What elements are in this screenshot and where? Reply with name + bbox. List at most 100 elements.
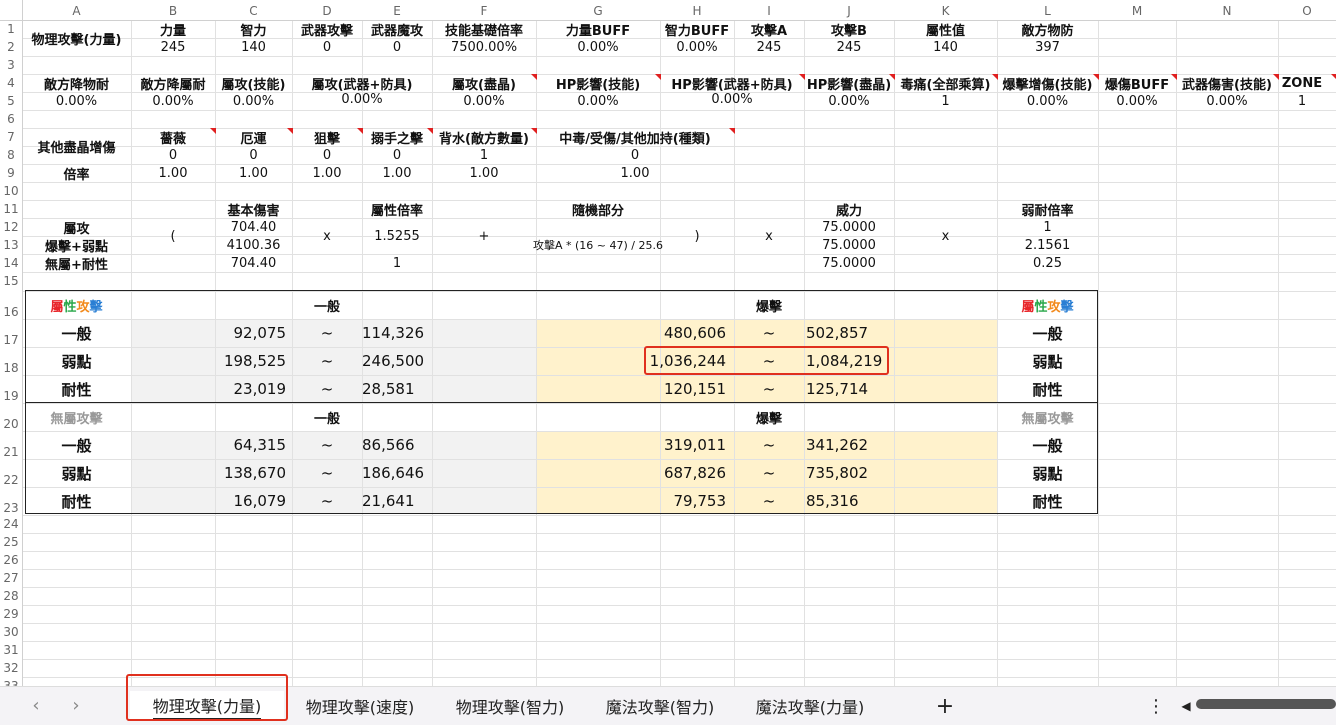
cell-d2[interactable]: 0 (292, 38, 362, 56)
comment-indicator-icon[interactable] (287, 128, 293, 134)
attr-row-label-right[interactable]: 耐性 (997, 375, 1098, 403)
cell-a5[interactable]: 0.00% (22, 92, 131, 110)
attr-normal-min[interactable]: 198,525 (131, 347, 286, 375)
comment-indicator-icon[interactable] (729, 128, 735, 134)
cell-g4[interactable]: HP影響(技能) (536, 74, 660, 93)
cell-a1[interactable]: 物理攻擊(力量) (22, 20, 131, 56)
tab-magic-str[interactable]: 魔法攻擊(力量) (740, 691, 880, 721)
attr-normal-max[interactable]: 28,581 (362, 375, 462, 403)
cell-j12[interactable]: 75.0000 (804, 218, 894, 236)
comment-indicator-icon[interactable] (889, 74, 895, 80)
none-crit-tilde[interactable]: ~ (734, 487, 804, 515)
comment-indicator-icon[interactable] (1171, 74, 1177, 80)
cell-j1[interactable]: 攻擊B (804, 20, 894, 39)
row-header-19[interactable]: 19 (0, 375, 22, 403)
attr-row-label[interactable]: 一般 (22, 319, 131, 347)
none-normal-tilde[interactable]: ~ (292, 487, 362, 515)
cell-a12[interactable]: 屬攻 (22, 218, 131, 237)
add-sheet-icon[interactable]: + (930, 691, 960, 721)
cell-f4[interactable]: 屬攻(盡晶) (432, 74, 536, 93)
cell-j2[interactable]: 245 (804, 38, 894, 56)
row-header-20[interactable]: 20 (0, 403, 22, 431)
none-crit-tilde[interactable]: ~ (734, 431, 804, 459)
row-header-7[interactable]: 7 (0, 128, 22, 146)
row-header-27[interactable]: 27 (0, 569, 22, 587)
attr-row-label-right[interactable]: 弱點 (997, 347, 1098, 375)
cell-i1[interactable]: 攻擊A (734, 20, 804, 39)
row-header-33[interactable]: 33 (0, 677, 22, 686)
cell-k5[interactable]: 1 (894, 92, 997, 110)
cell-j11[interactable]: 威力 (804, 200, 894, 219)
cell-g11[interactable]: 隨機部分 (536, 200, 660, 219)
cell-g1[interactable]: 力量BUFF (536, 20, 660, 39)
row-header-2[interactable]: 2 (0, 38, 22, 56)
attr-crit-header[interactable]: 爆擊 (734, 291, 804, 319)
cell-hi5[interactable]: 0.00% (660, 90, 804, 108)
attr-crit-min[interactable]: 120,151 (560, 375, 726, 403)
attr-row-label-right[interactable]: 一般 (997, 319, 1098, 347)
cell-c9[interactable]: 1.00 (215, 164, 292, 182)
comment-indicator-icon[interactable] (531, 128, 537, 134)
attr-row-label[interactable]: 耐性 (22, 375, 131, 403)
attr-normal-tilde[interactable]: ~ (292, 319, 362, 347)
attr-row-label[interactable]: 弱點 (22, 347, 131, 375)
cell-e2[interactable]: 0 (362, 38, 432, 56)
attr-normal-tilde[interactable]: ~ (292, 375, 362, 403)
none-normal-max[interactable]: 86,566 (362, 431, 462, 459)
tab-next-icon[interactable]: › (66, 695, 86, 716)
none-normal-max[interactable]: 186,646 (362, 459, 462, 487)
cell-j14[interactable]: 75.0000 (804, 254, 894, 272)
cell-o5[interactable]: 1 (1278, 92, 1326, 110)
cell-k4[interactable]: 毒痛(全部乘算) (894, 74, 997, 93)
row-header-31[interactable]: 31 (0, 641, 22, 659)
none-crit-header[interactable]: 爆擊 (734, 403, 804, 431)
cell-e12[interactable]: 1.5255 (362, 218, 432, 254)
column-header-e[interactable]: E (362, 4, 432, 18)
row-header-25[interactable]: 25 (0, 533, 22, 551)
none-crit-max[interactable]: 85,316 (806, 487, 906, 515)
cell-times-3[interactable]: x (894, 218, 997, 254)
cell-i2[interactable]: 245 (734, 38, 804, 56)
row-header-28[interactable]: 28 (0, 587, 22, 605)
cell-plus[interactable]: + (432, 218, 536, 254)
cell-d1[interactable]: 武器攻擊 (292, 20, 362, 39)
cell-a9[interactable]: 倍率 (22, 164, 131, 183)
cell-j5[interactable]: 0.00% (804, 92, 894, 110)
attr-crit-max[interactable]: 502,857 (806, 319, 906, 347)
row-header-8[interactable]: 8 (0, 146, 22, 164)
horizontal-scrollbar[interactable] (1196, 699, 1336, 709)
none-title-right[interactable]: 無屬攻擊 (997, 403, 1098, 431)
comment-indicator-icon[interactable] (427, 128, 433, 134)
none-row-label[interactable]: 弱點 (22, 459, 131, 487)
cell-e7[interactable]: 搦手之擊 (362, 128, 432, 147)
row-header-11[interactable]: 11 (0, 200, 22, 218)
cell-c4[interactable]: 屬攻(技能) (215, 74, 292, 93)
attr-crit-tilde[interactable]: ~ (734, 375, 804, 403)
column-header-j[interactable]: J (804, 4, 894, 18)
none-normal-tilde[interactable]: ~ (292, 459, 362, 487)
cell-a14[interactable]: 無屬+耐性 (22, 254, 131, 273)
comment-indicator-icon[interactable] (357, 128, 363, 134)
cell-b4[interactable]: 敵方降屬耐 (131, 74, 215, 93)
row-header-16[interactable]: 16 (0, 291, 22, 319)
cell-e11[interactable]: 屬性倍率 (362, 200, 432, 219)
cell-gh7[interactable]: 中毒/受傷/其他加持(種類) (536, 128, 734, 147)
row-header-22[interactable]: 22 (0, 459, 22, 487)
cell-c2[interactable]: 140 (215, 38, 292, 56)
cell-times-1[interactable]: x (292, 218, 362, 254)
row-header-12[interactable]: 12 (0, 218, 22, 236)
cell-j4[interactable]: HP影響(盡晶) (804, 74, 894, 93)
cell-d7[interactable]: 狙擊 (292, 128, 362, 147)
row-header-15[interactable]: 15 (0, 272, 22, 291)
attr-normal-header[interactable]: 一般 (292, 291, 362, 319)
none-normal-tilde[interactable]: ~ (292, 431, 362, 459)
row-header-9[interactable]: 9 (0, 164, 22, 182)
cell-c5[interactable]: 0.00% (215, 92, 292, 110)
comment-indicator-icon[interactable] (1093, 74, 1099, 80)
attr-normal-tilde[interactable]: ~ (292, 347, 362, 375)
row-header-32[interactable]: 32 (0, 659, 22, 677)
cell-m4[interactable]: 爆傷BUFF (1098, 74, 1176, 93)
attr-crit-tilde[interactable]: ~ (734, 319, 804, 347)
cell-e1[interactable]: 武器魔攻 (362, 20, 432, 39)
none-normal-min[interactable]: 64,315 (131, 431, 287, 459)
